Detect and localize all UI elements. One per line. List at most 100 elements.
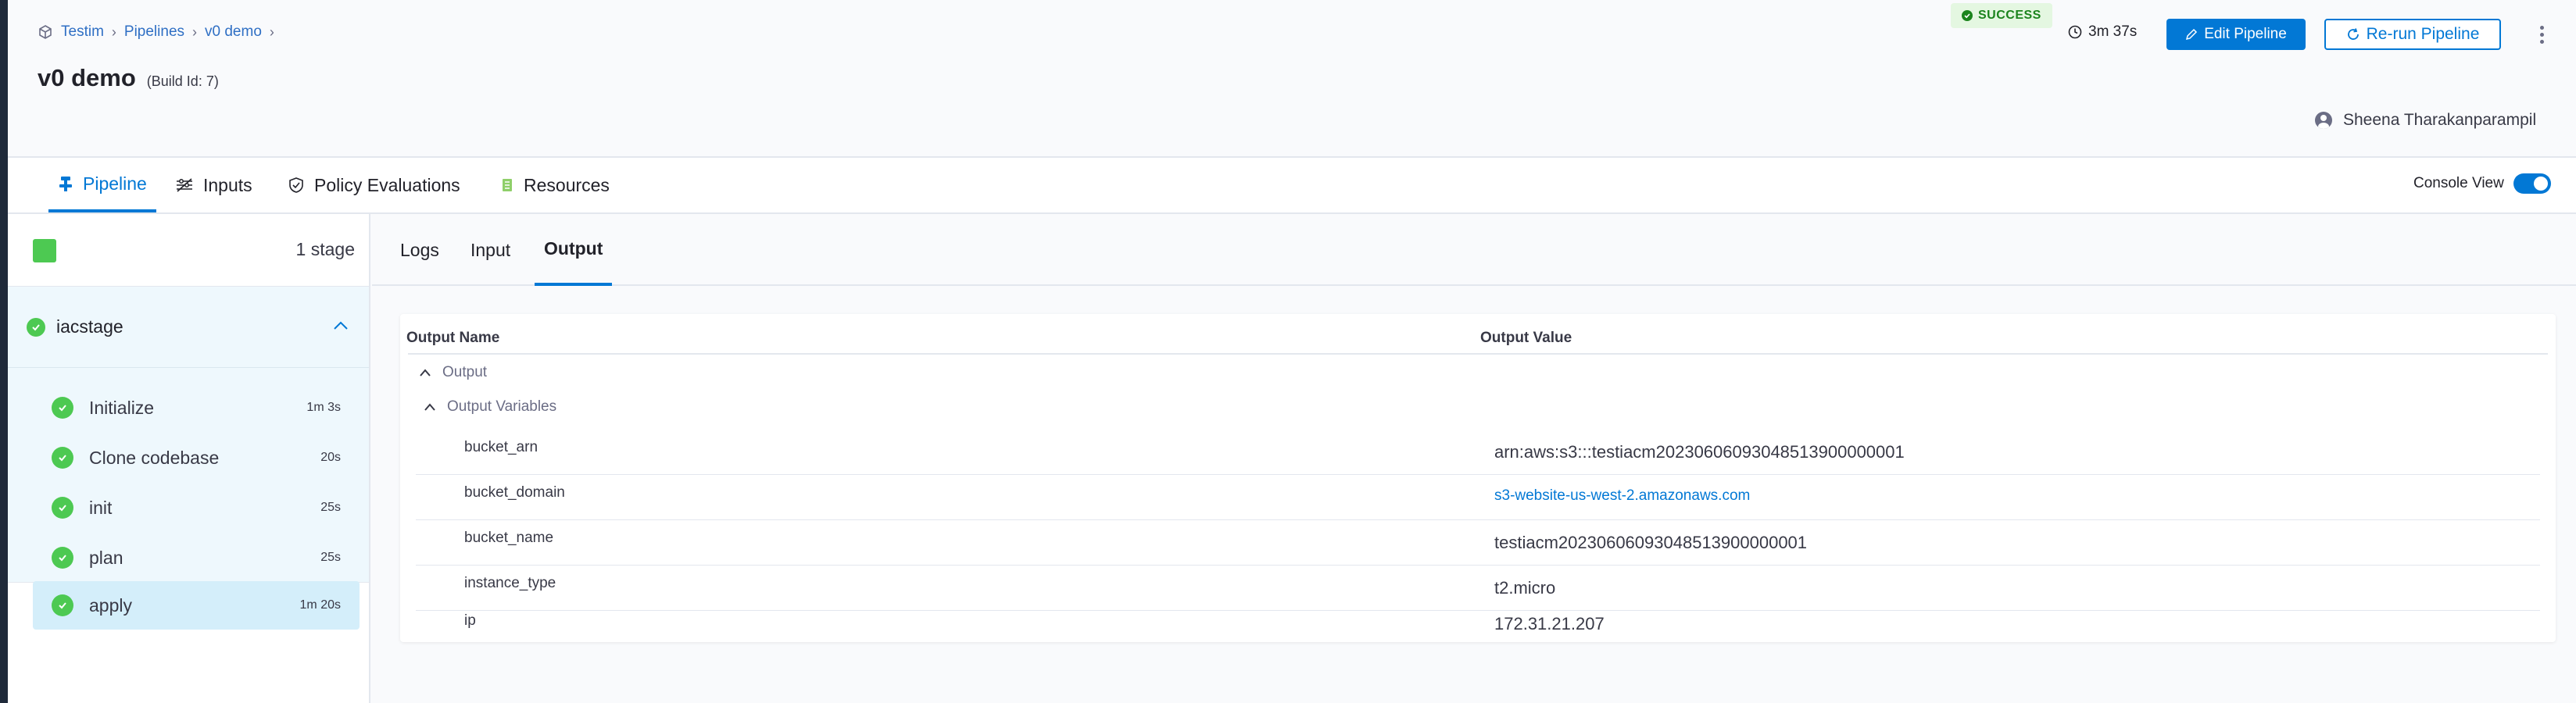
pencil-icon (2186, 28, 2198, 41)
user-name: Sheena Tharakanparampil (2343, 111, 2537, 129)
console-view-toggle[interactable]: Console View (2413, 173, 2551, 194)
step-initialize[interactable]: Initialize 1m 3s (33, 384, 360, 432)
detail-tabs: Logs Input Output (372, 214, 2576, 286)
output-name: bucket_arn (464, 439, 538, 455)
tab-policy-label: Policy Evaluations (314, 174, 460, 195)
tab-resources[interactable]: Resources (500, 158, 610, 212)
step-time: 20s (320, 451, 341, 464)
step-label: apply (89, 594, 132, 616)
breadcrumb-project[interactable]: Testim (61, 23, 104, 41)
success-check-icon (52, 594, 73, 616)
step-label: plan (89, 547, 123, 568)
success-check-icon (52, 497, 73, 519)
success-check-icon (52, 547, 73, 569)
user-info: Sheena Tharakanparampil (2315, 111, 2536, 130)
more-options-icon[interactable] (2534, 20, 2549, 48)
step-apply[interactable]: apply 1m 20s (33, 581, 360, 630)
chevron-up-icon (424, 403, 435, 411)
output-variables-label: Output Variables (447, 398, 557, 415)
step-label: Clone codebase (89, 447, 220, 468)
tab-logs[interactable]: Logs (400, 214, 439, 286)
console-view-label: Console View (2413, 175, 2504, 191)
page-title: v0 demo (Build Id: 7) (38, 64, 219, 92)
stage-group: iacstage Initialize 1m 3s Clone codebase… (8, 286, 369, 583)
step-time: 25s (320, 551, 341, 564)
step-details: Logs Input Output Output Name Output Val… (372, 214, 2576, 703)
tab-pipeline[interactable]: Pipeline (48, 158, 156, 212)
stage-count: 1 stage (295, 239, 355, 259)
breadcrumb-pipelines[interactable]: Pipelines (124, 23, 184, 41)
build-id: (Build Id: 7) (146, 73, 219, 89)
chevron-up-icon (420, 369, 431, 376)
tab-policy-evaluations[interactable]: Policy Evaluations (288, 158, 460, 212)
stage-panel: 1 stage iacstage Initialize 1m 3s Clone … (8, 214, 370, 703)
output-value-header: Output Value (1480, 330, 1572, 346)
step-time: 25s (320, 501, 341, 514)
edit-pipeline-label: Edit Pipeline (2204, 26, 2287, 42)
pipeline-title: v0 demo (38, 64, 136, 91)
output-variables-toggle[interactable]: Output Variables (424, 398, 556, 416)
output-value: arn:aws:s3:::testiacm2023060609304851390… (1494, 442, 1905, 462)
output-table: Output Name Output Value Output Output V… (400, 314, 2556, 642)
chevron-right-icon: › (111, 23, 116, 40)
rerun-pipeline-label: Re-run Pipeline (2366, 25, 2480, 43)
output-name: ip (464, 612, 476, 629)
header-divider (408, 353, 2548, 355)
output-group-toggle[interactable]: Output (419, 364, 487, 381)
chevron-right-icon: › (269, 23, 274, 40)
resources-icon (503, 179, 512, 191)
stage-row-iacstage[interactable]: iacstage (8, 287, 369, 368)
tab-input[interactable]: Input (470, 214, 510, 286)
edit-pipeline-button[interactable]: Edit Pipeline (2166, 19, 2306, 50)
chevron-right-icon: › (192, 23, 198, 40)
step-time: 1m 20s (299, 598, 341, 612)
success-check-icon (52, 397, 73, 419)
output-name: bucket_domain (464, 484, 565, 501)
rerun-pipeline-button[interactable]: Re-run Pipeline (2324, 19, 2501, 50)
toggle-switch[interactable] (2513, 173, 2551, 194)
tab-inputs[interactable]: Inputs (175, 158, 252, 212)
status-label: SUCCESS (1978, 9, 2041, 22)
pipeline-icon (59, 177, 72, 191)
tab-output[interactable]: Output (535, 214, 613, 286)
inputs-icon (177, 178, 192, 192)
breadcrumb-pipeline[interactable]: v0 demo (205, 23, 262, 41)
table-row: bucket_domain s3-website-us-west-2.amazo… (416, 475, 2540, 520)
output-value-link[interactable]: s3-website-us-west-2.amazonaws.com (1494, 487, 1750, 505)
policy-icon (289, 177, 303, 193)
avatar (2315, 112, 2332, 129)
pipeline-tabs: Pipeline Inputs Policy Evaluations Resou… (8, 158, 2576, 214)
table-row: ip 172.31.21.207 (416, 595, 2540, 641)
status-badge: SUCCESS (1951, 3, 2052, 28)
project-cube-icon (39, 25, 52, 39)
duration: 3m 37s (2068, 23, 2137, 41)
output-value: testiacm20230606093048513900000001 (1494, 533, 1808, 552)
stage-status-square[interactable] (33, 239, 56, 262)
output-group-label: Output (442, 364, 488, 380)
table-row: bucket_arn arn:aws:s3:::testiacm20230606… (416, 430, 2540, 475)
step-label: init (89, 497, 113, 518)
clock-icon (2068, 25, 2082, 39)
step-plan[interactable]: plan 25s (33, 533, 360, 582)
refresh-icon (2347, 28, 2359, 40)
success-check-icon (52, 447, 73, 469)
output-value: 172.31.21.207 (1494, 614, 1605, 633)
output-name: bucket_name (464, 530, 554, 546)
output-name-header: Output Name (406, 330, 500, 346)
stage-summary: 1 stage (8, 214, 369, 286)
tab-inputs-label: Inputs (203, 174, 252, 195)
duration-value: 3m 37s (2088, 23, 2138, 40)
step-init[interactable]: init 25s (33, 484, 360, 532)
success-check-icon (27, 317, 45, 337)
tab-resources-label: Resources (524, 174, 610, 195)
table-row: bucket_name testiacm20230606093048513900… (416, 520, 2540, 566)
check-icon (1962, 10, 1973, 21)
step-time: 1m 3s (306, 401, 341, 414)
breadcrumb: Testim › Pipelines › v0 demo › (38, 23, 282, 41)
stage-name: iacstage (56, 316, 123, 337)
output-name: instance_type (464, 575, 556, 591)
step-label: Initialize (89, 397, 155, 418)
chevron-up-icon[interactable] (333, 319, 349, 330)
step-clone-codebase[interactable]: Clone codebase 20s (33, 434, 360, 482)
page-header: Testim › Pipelines › v0 demo › v0 demo (… (8, 0, 2576, 158)
